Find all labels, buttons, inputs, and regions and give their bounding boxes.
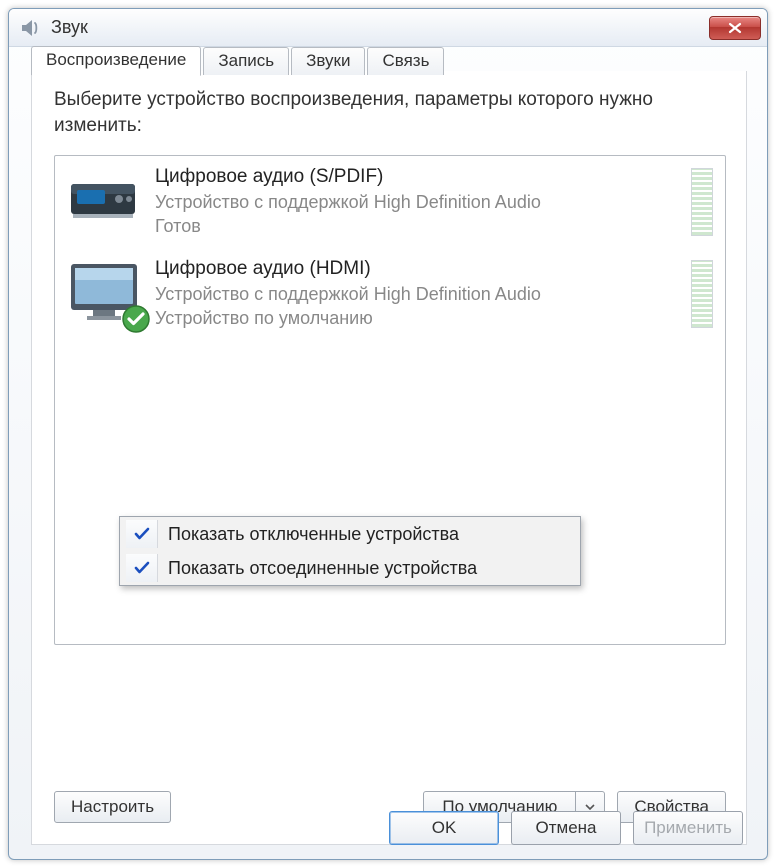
device-info: Цифровое аудио (HDMI) Устройство с подде… <box>147 258 683 330</box>
menu-item-label: Показать отсоединенные устройства <box>168 558 477 579</box>
context-menu: Показать отключенные устройства Показать… <box>119 516 581 586</box>
instruction-text: Выберите устройство воспроизведения, пар… <box>54 87 726 139</box>
dialog-button-row: OK Отмена Применить <box>389 811 743 845</box>
sound-dialog: Звук Воспроизведение Запись Звуки Связь … <box>8 8 768 860</box>
tab-playback[interactable]: Воспроизведение <box>31 46 201 76</box>
apply-button[interactable]: Применить <box>633 811 743 845</box>
device-row[interactable]: Цифровое аудио (S/PDIF) Устройство с под… <box>55 156 725 248</box>
spdif-receiver-icon <box>65 166 147 238</box>
level-meter <box>691 260 713 328</box>
close-icon <box>727 22 743 34</box>
tab-communications[interactable]: Связь <box>367 47 444 75</box>
titlebar: Звук <box>9 9 767 47</box>
check-icon <box>126 520 158 548</box>
tab-sounds[interactable]: Звуки <box>291 47 365 75</box>
device-description: Устройство с поддержкой High Definition … <box>155 282 683 306</box>
sound-app-icon <box>17 15 43 41</box>
hdmi-monitor-icon <box>65 258 147 330</box>
check-icon <box>126 554 158 582</box>
tab-panel: Выберите устройство воспроизведения, пар… <box>31 71 747 845</box>
window-title: Звук <box>51 17 709 38</box>
default-checkmark-icon <box>121 304 151 334</box>
device-status: Устройство по умолчанию <box>155 306 683 330</box>
menu-item-show-disconnected[interactable]: Показать отсоединенные устройства <box>120 551 580 585</box>
close-button[interactable] <box>709 16 761 40</box>
cancel-button[interactable]: Отмена <box>511 811 621 845</box>
device-row[interactable]: Цифровое аудио (HDMI) Устройство с подде… <box>55 248 725 340</box>
device-list[interactable]: Цифровое аудио (S/PDIF) Устройство с под… <box>54 155 726 645</box>
menu-item-label: Показать отключенные устройства <box>168 524 459 545</box>
tab-strip: Воспроизведение Запись Звуки Связь <box>31 47 747 75</box>
device-status: Готов <box>155 214 683 238</box>
menu-item-show-disabled[interactable]: Показать отключенные устройства <box>120 517 580 551</box>
ok-button[interactable]: OK <box>389 811 499 845</box>
device-name: Цифровое аудио (HDMI) <box>155 258 683 280</box>
level-meter <box>691 168 713 236</box>
device-info: Цифровое аудио (S/PDIF) Устройство с под… <box>147 166 683 238</box>
tab-recording[interactable]: Запись <box>203 47 289 75</box>
device-name: Цифровое аудио (S/PDIF) <box>155 166 683 188</box>
device-description: Устройство с поддержкой High Definition … <box>155 190 683 214</box>
configure-button[interactable]: Настроить <box>54 791 171 823</box>
